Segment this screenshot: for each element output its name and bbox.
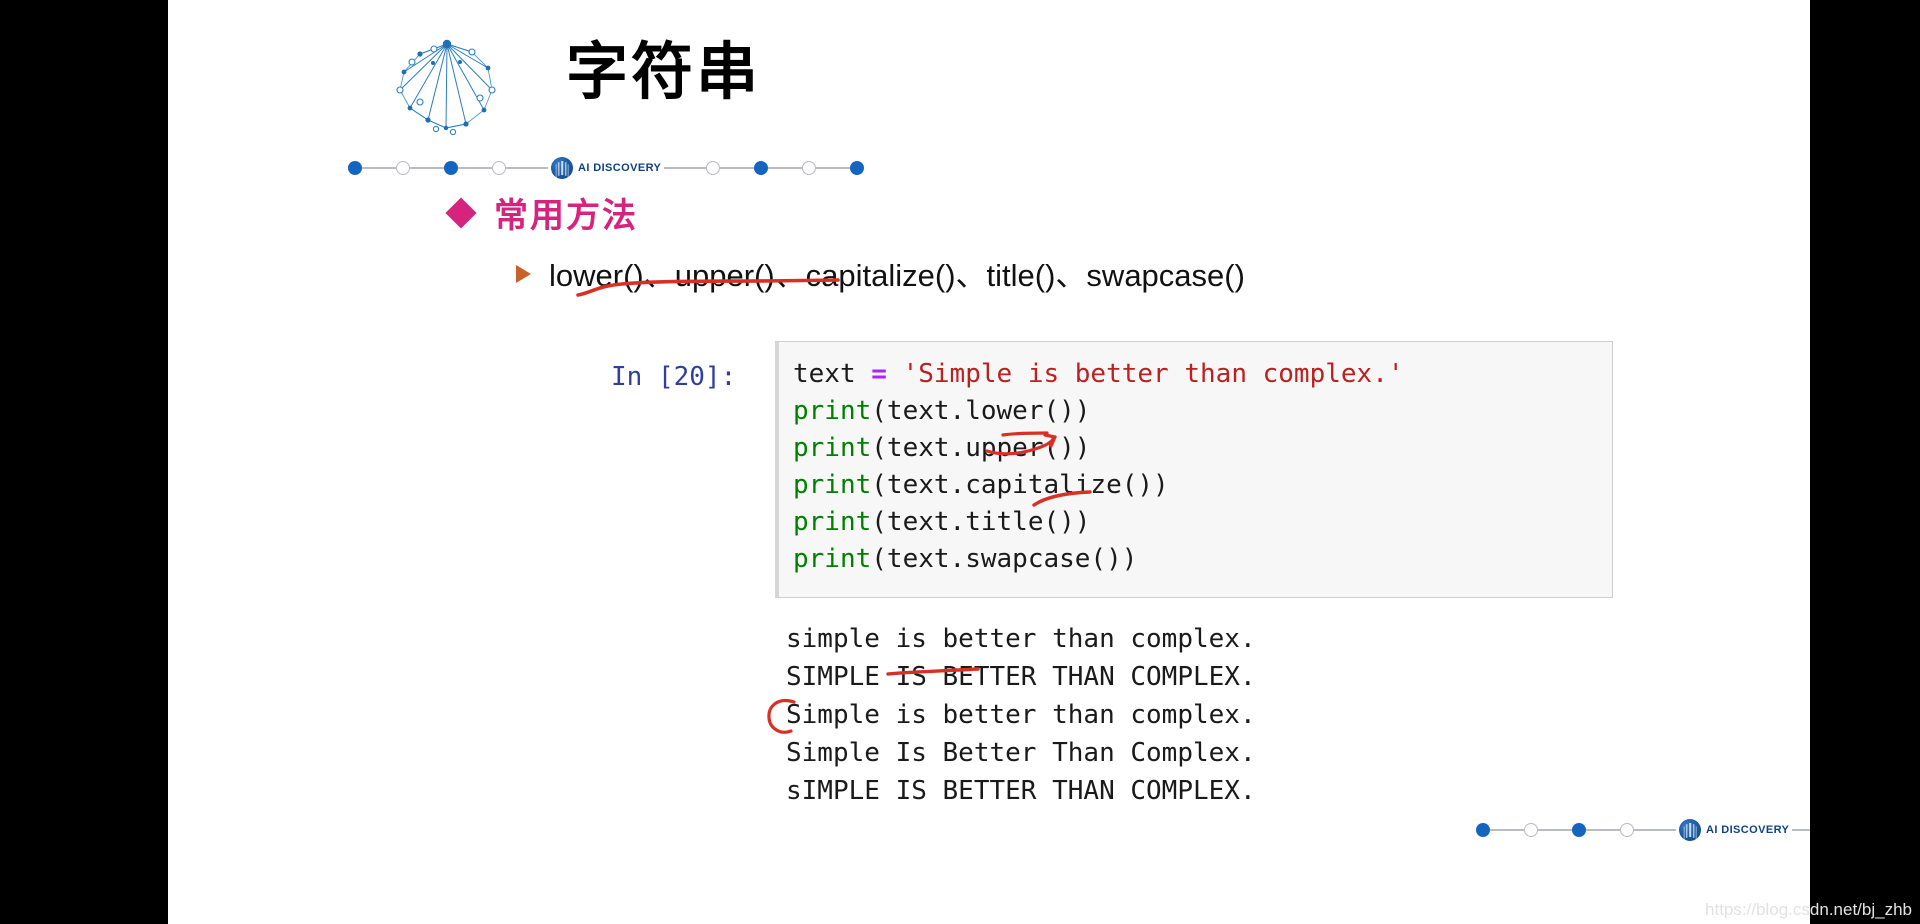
code-line: print(text.capitalize()): [793, 467, 1612, 504]
ai-discovery-label: AI DISCOVERY: [1706, 824, 1790, 836]
rail-segment: [768, 167, 803, 169]
page-title: 字符串: [566, 35, 762, 108]
output-line: Simple is better than complex.: [786, 700, 1256, 730]
rail-segment: [720, 167, 755, 169]
code-token: (text.lower()): [871, 396, 1091, 426]
rail-segment: [1538, 829, 1572, 831]
code-token: 'Simple is better than complex.': [902, 359, 1404, 389]
code-token: (text.upper()): [871, 433, 1091, 463]
rail-dot-filled: [850, 161, 865, 175]
ai-discovery-emblem-icon: [551, 157, 573, 179]
rail-dot-filled: [348, 161, 362, 175]
decorative-node-rail-top: AI DISCOVERY: [348, 155, 865, 181]
code-line: text = 'Simple is better than complex.': [793, 356, 1612, 393]
code-token: (text.title()): [871, 507, 1091, 537]
notebook-output: simple is better than complex. SIMPLE IS …: [786, 620, 1256, 810]
output-line: sIMPLE IS BETTER THAN COMPLEX.: [786, 776, 1256, 806]
code-token: print: [793, 507, 872, 537]
notebook-in-prompt: In [20]:: [611, 362, 737, 392]
rail-dot-filled: [1476, 823, 1490, 837]
output-line: Simple Is Better Than Complex.: [786, 738, 1256, 768]
rail-segment: [1634, 829, 1676, 831]
rail-segment: [362, 167, 396, 169]
rail-segment: [664, 167, 707, 169]
rail-dot-filled: [1572, 823, 1586, 837]
rail-segment: [506, 167, 548, 169]
ai-discovery-label: AI DISCOVERY: [578, 162, 662, 174]
brain-network-icon: [390, 32, 502, 142]
code-line: print(text.upper()): [793, 430, 1612, 467]
output-line: simple is better than complex.: [786, 624, 1256, 654]
code-token: (text.swapcase()): [871, 544, 1138, 574]
code-token: print: [793, 544, 872, 574]
rail-segment: [816, 167, 851, 169]
watermark: https://blog.csdn.net/bj_zhb: [1705, 900, 1912, 919]
rail-dot-hollow: [1524, 823, 1538, 837]
rail-dot-filled: [754, 161, 769, 175]
decorative-node-rail-bottom: AI DISCOVERY: [1476, 817, 1810, 843]
letterbox-right: [1810, 0, 1920, 924]
code-line: print(text.swapcase()): [793, 541, 1612, 578]
diamond-bullet-icon: [445, 196, 477, 229]
ai-discovery-badge: AI DISCOVERY: [1676, 819, 1792, 841]
rail-dot-hollow: [396, 161, 410, 175]
section-heading-label: 常用方法: [494, 196, 638, 236]
code-token: (text.capitalize()): [871, 470, 1169, 500]
rail-segment: [1490, 829, 1524, 831]
method-bullet-line: lower()、upper()、capitalize()、title()、swa…: [516, 250, 1245, 295]
code-line: print(text.title()): [793, 504, 1612, 541]
ai-discovery-badge: AI DISCOVERY: [548, 157, 664, 179]
rail-dot-hollow: [706, 161, 721, 175]
method-list-label: lower()、upper()、capitalize()、title()、swa…: [549, 258, 1245, 293]
rail-dot-hollow: [492, 161, 506, 175]
code-token: print: [793, 396, 872, 426]
code-line: print(text.lower()): [793, 393, 1612, 430]
rail-segment: [410, 167, 444, 169]
slide-canvas: 字符串 AI DISCOVERY 常用方法 lower()、upper()、ca…: [168, 0, 1810, 924]
code-cell[interactable]: text = 'Simple is better than complex.' p…: [775, 341, 1613, 598]
rail-dot-hollow: [1620, 823, 1634, 837]
letterbox-left: [0, 0, 168, 924]
slide-stage: 字符串 AI DISCOVERY 常用方法 lower()、upper()、ca…: [0, 0, 1920, 924]
rail-dot-filled: [444, 161, 458, 175]
output-line: SIMPLE IS BETTER THAN COMPLEX.: [786, 662, 1256, 692]
code-cell-source[interactable]: text = 'Simple is better than complex.' p…: [779, 342, 1612, 578]
code-token: =: [871, 359, 887, 389]
code-token: print: [793, 433, 872, 463]
rail-dot-hollow: [802, 161, 817, 175]
rail-segment: [1586, 829, 1620, 831]
ai-discovery-emblem-icon: [1679, 819, 1701, 841]
rail-segment: [458, 167, 492, 169]
code-token: print: [793, 470, 872, 500]
code-token: text: [793, 359, 872, 389]
rail-segment: [1792, 829, 1810, 831]
section-heading: 常用方法: [445, 188, 638, 237]
arrow-bullet-icon: [516, 265, 531, 283]
